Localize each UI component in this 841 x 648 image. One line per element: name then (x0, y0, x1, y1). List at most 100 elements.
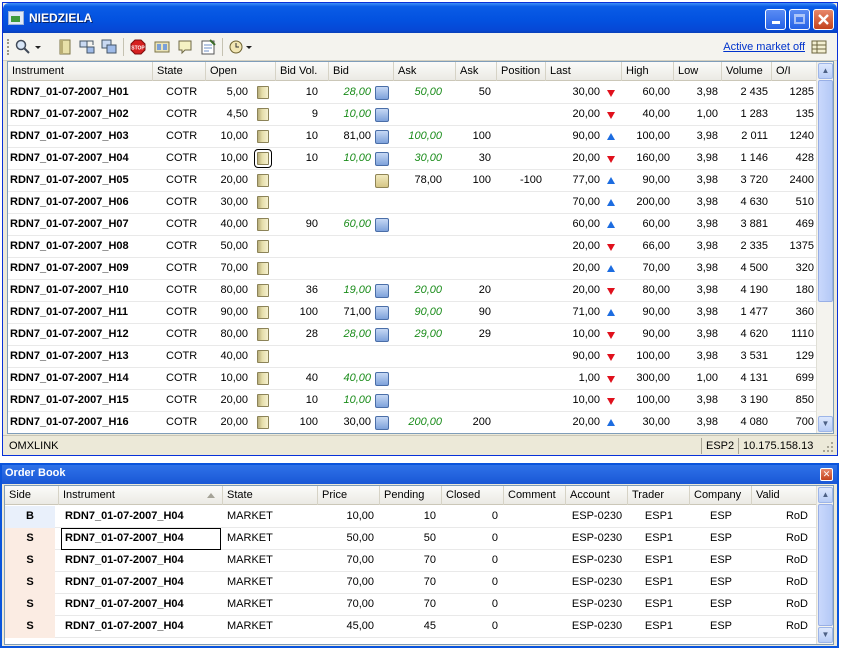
scroll-down-button[interactable]: ▼ (818, 416, 833, 432)
book-icon[interactable] (257, 394, 269, 407)
column-header[interactable]: Instrument (59, 486, 223, 505)
copy-grid-icon[interactable] (101, 39, 117, 55)
order-row[interactable]: S RDN7_01-07-2007_H04 MARKET 70,00 70 0 ESP-02… (5, 550, 816, 572)
scroll-thumb[interactable] (818, 504, 833, 626)
minimize-button[interactable] (765, 9, 786, 30)
column-header[interactable]: Bid (329, 62, 394, 81)
table-row[interactable]: RDN7_01-07-2007_H01 COTR 5,00 10 28,00 50,00 5… (8, 82, 816, 104)
toolbar-grip[interactable] (7, 39, 10, 55)
column-header[interactable]: Last (546, 62, 622, 81)
book-icon[interactable] (257, 284, 269, 297)
table-row[interactable]: RDN7_01-07-2007_H12 COTR 80,00 28 28,00 29,00… (8, 324, 816, 346)
close-button[interactable] (813, 9, 834, 30)
active-market-link[interactable]: Active market off (723, 41, 805, 53)
column-header[interactable]: Closed (442, 486, 504, 505)
column-header[interactable]: Ask (394, 62, 456, 81)
table-row[interactable]: RDN7_01-07-2007_H14 COTR 10,00 40 40,00 1,00 3… (8, 368, 816, 390)
table-row[interactable]: RDN7_01-07-2007_H11 COTR 90,00 100 71,00 90,0… (8, 302, 816, 324)
book-icon[interactable] (257, 108, 269, 121)
book-icon[interactable] (257, 262, 269, 275)
book-icon[interactable] (257, 328, 269, 341)
grid-view-icon[interactable] (811, 40, 827, 54)
column-header[interactable]: Low (674, 62, 722, 81)
table-row[interactable]: RDN7_01-07-2007_H16 COTR 20,00 100 30,00 200,… (8, 412, 816, 433)
order-row[interactable]: S RDN7_01-07-2007_H04 MARKET 50,00 50 0 ESP-02… (5, 528, 816, 550)
order-ticket-icon[interactable] (375, 152, 389, 166)
table-row[interactable]: RDN7_01-07-2007_H05 COTR 20,00 78,00 100 -100… (8, 170, 816, 192)
order-ticket-icon[interactable] (375, 306, 389, 320)
order-ticket-icon[interactable] (375, 86, 389, 100)
column-header[interactable]: Trader (628, 486, 690, 505)
column-header[interactable]: High (622, 62, 674, 81)
find-icon[interactable] (15, 39, 31, 55)
table-row[interactable]: RDN7_01-07-2007_H06 COTR 30,00 70,00 200,00 3… (8, 192, 816, 214)
column-header[interactable]: Volume (722, 62, 772, 81)
table-row[interactable]: RDN7_01-07-2007_H04 COTR 10,00 10 10,00 30,00… (8, 148, 816, 170)
layout-icon[interactable] (154, 39, 170, 55)
column-header[interactable]: State (153, 62, 206, 81)
chevron-down-icon[interactable] (33, 39, 43, 55)
table-row[interactable]: RDN7_01-07-2007_H07 COTR 40,00 90 60,00 60,00… (8, 214, 816, 236)
chevron-down-icon[interactable] (244, 39, 254, 55)
column-header[interactable]: O/I (772, 62, 818, 81)
order-ticket-icon[interactable] (375, 416, 389, 430)
column-header[interactable]: Valid (752, 486, 817, 505)
table-row[interactable]: RDN7_01-07-2007_H13 COTR 40,00 90,00 100,00 3… (8, 346, 816, 368)
order-row[interactable]: S RDN7_01-07-2007_H04 MARKET 70,00 70 0 ESP-02… (5, 572, 816, 594)
book-icon[interactable] (257, 240, 269, 253)
table-row[interactable]: RDN7_01-07-2007_H08 COTR 50,00 20,00 66,00 3,… (8, 236, 816, 258)
book-icon[interactable] (257, 196, 269, 209)
book-icon[interactable] (257, 416, 269, 429)
book-icon[interactable] (257, 306, 269, 319)
order-ticket-icon[interactable] (375, 174, 389, 188)
book-icon[interactable] (254, 149, 272, 168)
instruments-scrollbar[interactable]: ▲ ▼ (816, 62, 833, 433)
order-row[interactable]: S RDN7_01-07-2007_H04 MARKET 45,00 45 0 ESP-02… (5, 616, 816, 638)
book-icon[interactable] (257, 372, 269, 385)
maximize-button[interactable] (789, 9, 810, 30)
comment-icon[interactable] (177, 39, 193, 55)
order-ticket-icon[interactable] (375, 394, 389, 408)
order-ticket-icon[interactable] (375, 284, 389, 298)
column-header[interactable]: Account (566, 486, 628, 505)
order-ticket-icon[interactable] (375, 130, 389, 144)
scroll-up-button[interactable]: ▲ (818, 63, 833, 79)
scroll-up-button[interactable]: ▲ (818, 487, 833, 503)
order-ticket-icon[interactable] (375, 218, 389, 232)
order-ticket-icon[interactable] (375, 108, 389, 122)
book-icon[interactable] (257, 130, 269, 143)
column-header[interactable]: Pending (380, 486, 442, 505)
clock-icon[interactable] (228, 39, 244, 55)
order-book-close-button[interactable]: ✕ (820, 468, 833, 481)
column-header[interactable]: Price (318, 486, 380, 505)
table-row[interactable]: RDN7_01-07-2007_H10 COTR 80,00 36 19,00 20,00… (8, 280, 816, 302)
book-icon[interactable] (57, 39, 73, 55)
table-row[interactable]: RDN7_01-07-2007_H03 COTR 10,00 10 81,00 100,0… (8, 126, 816, 148)
notepad-icon[interactable] (200, 39, 216, 55)
order-book-title-bar[interactable]: Order Book ✕ (2, 465, 837, 484)
column-header[interactable]: Ask (456, 62, 497, 81)
column-header[interactable]: Bid Vol. (276, 62, 329, 81)
order-ticket-icon[interactable] (375, 328, 389, 342)
book-icon[interactable] (257, 350, 269, 363)
column-header[interactable]: Company (690, 486, 752, 505)
column-header[interactable]: Comment (504, 486, 566, 505)
scroll-thumb[interactable] (818, 80, 833, 302)
resize-grip-icon[interactable] (822, 441, 834, 453)
column-header[interactable]: Instrument (8, 62, 153, 81)
order-ticket-icon[interactable] (375, 372, 389, 386)
column-header[interactable]: Position (497, 62, 546, 81)
column-header[interactable]: Side (5, 486, 59, 505)
table-row[interactable]: RDN7_01-07-2007_H15 COTR 20,00 10 10,00 10,00… (8, 390, 816, 412)
table-row[interactable]: RDN7_01-07-2007_H02 COTR 4,50 9 10,00 20,00 40… (8, 104, 816, 126)
book-icon[interactable] (257, 218, 269, 231)
title-bar[interactable]: NIEDZIELA (3, 3, 837, 33)
table-row[interactable]: RDN7_01-07-2007_H09 COTR 70,00 20,00 70,00 3,… (8, 258, 816, 280)
book-icon[interactable] (257, 174, 269, 187)
scroll-down-button[interactable]: ▼ (818, 627, 833, 643)
column-header[interactable]: State (223, 486, 318, 505)
order-row[interactable]: S RDN7_01-07-2007_H04 MARKET 70,00 70 0 ESP-02… (5, 594, 816, 616)
book-icon[interactable] (257, 86, 269, 99)
column-header[interactable]: Open (206, 62, 276, 81)
order-book-scrollbar[interactable]: ▲ ▼ (816, 486, 833, 644)
